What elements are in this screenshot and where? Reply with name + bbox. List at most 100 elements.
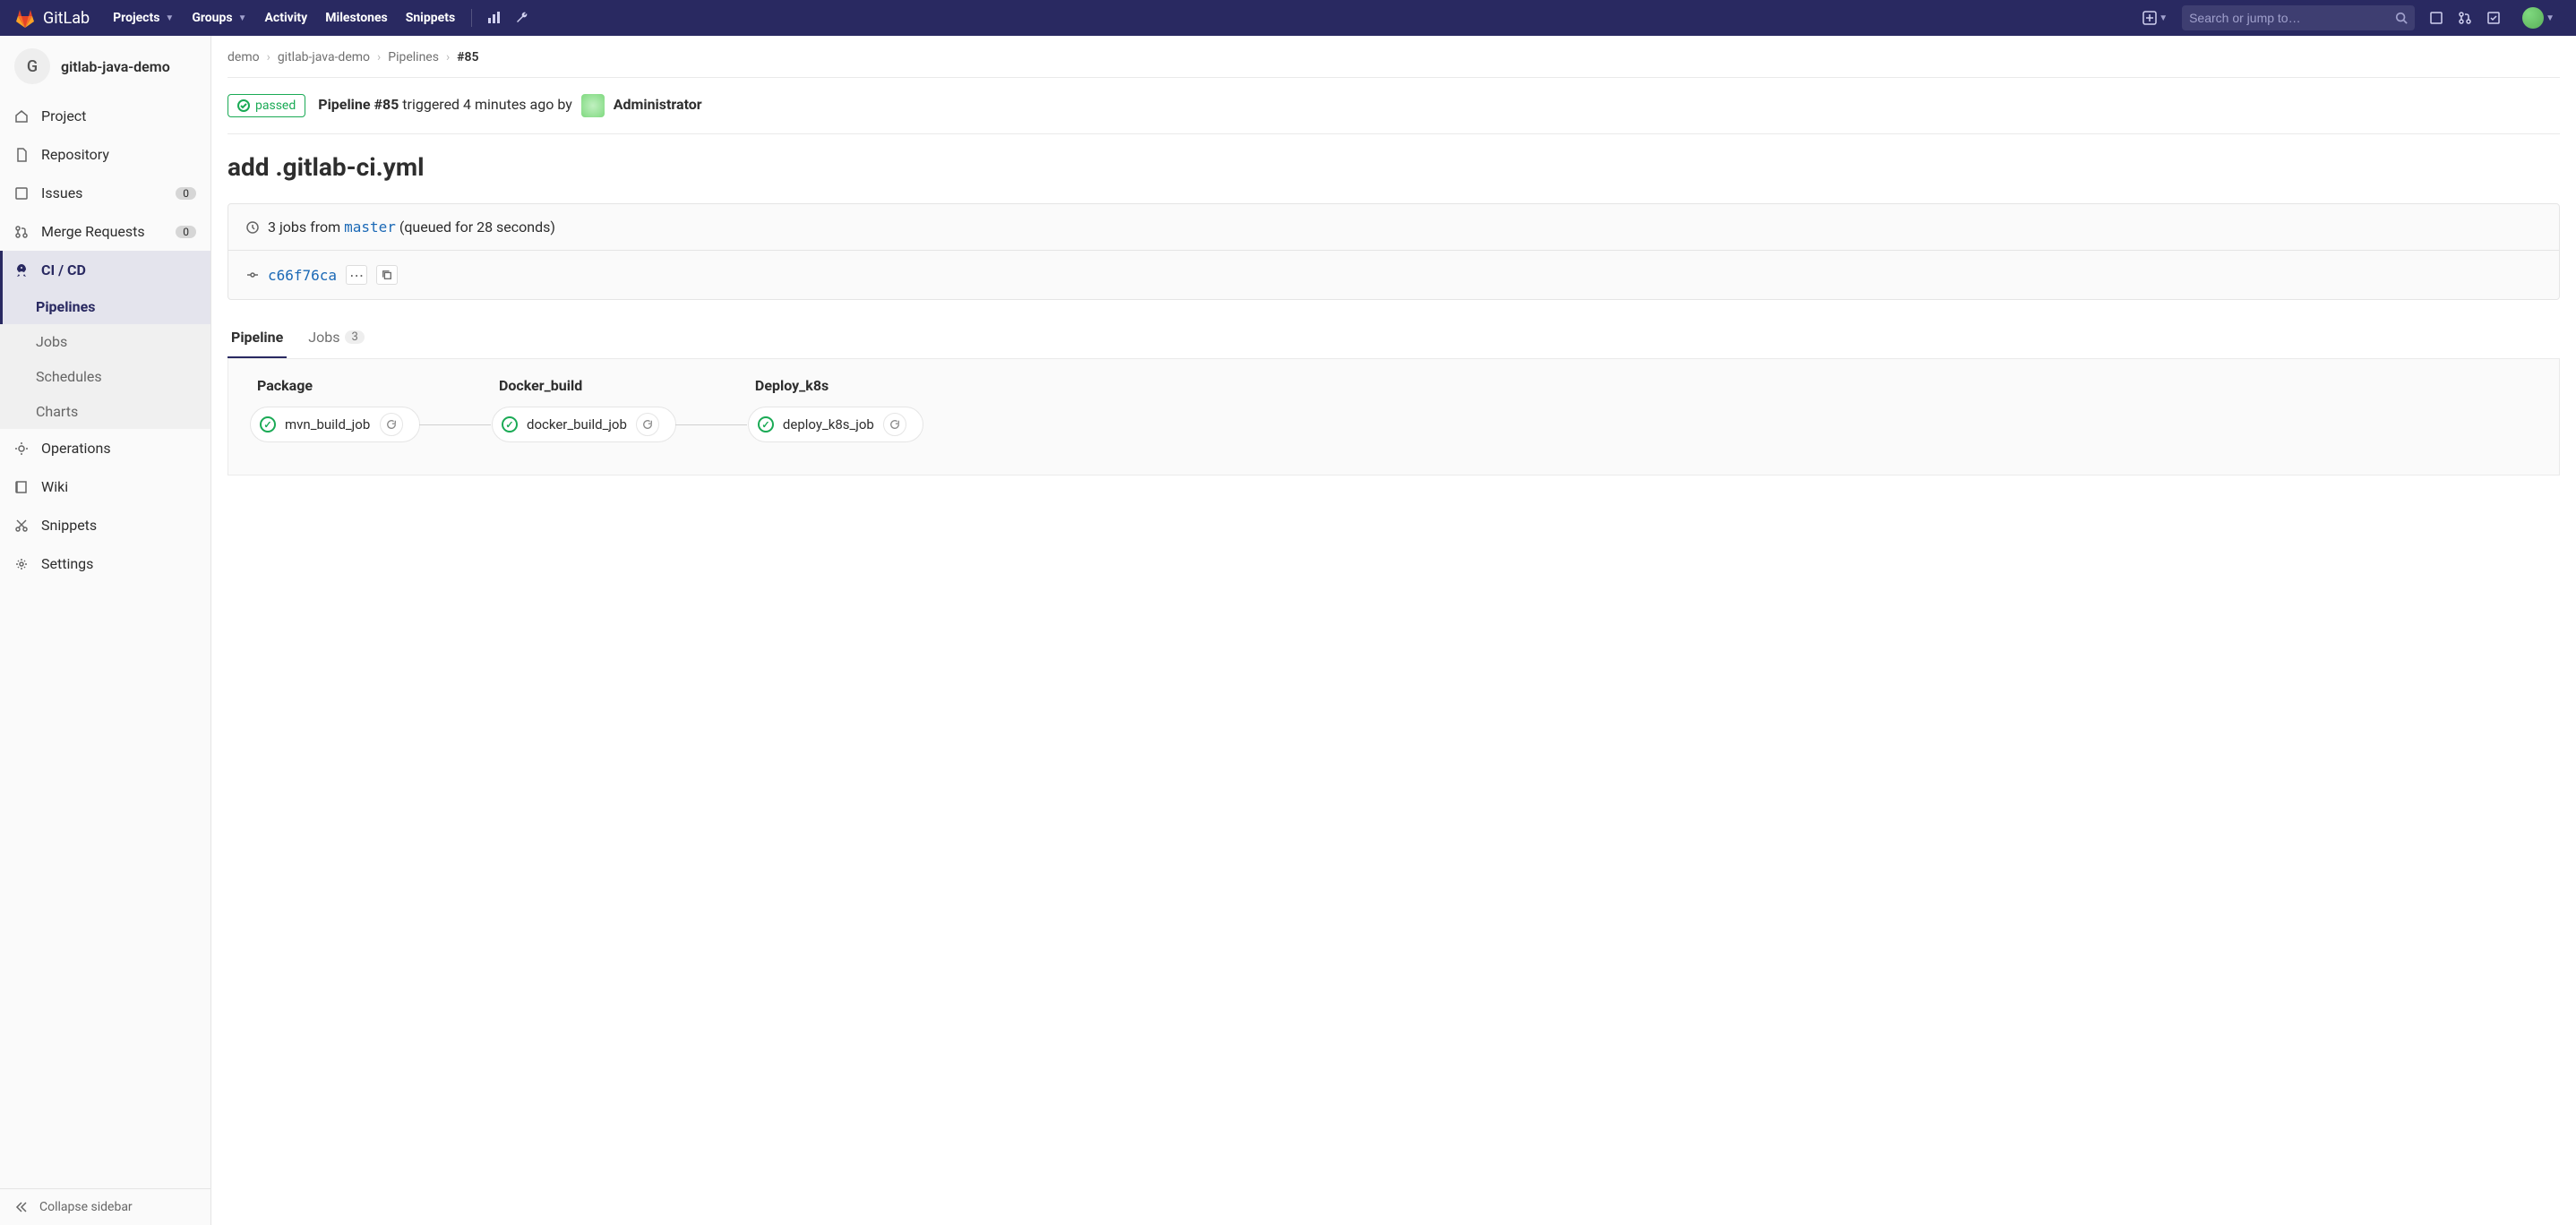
nav-projects[interactable]: Projects ▼ — [104, 0, 183, 36]
merge-requests-shortcut-icon[interactable] — [2451, 0, 2479, 36]
top-nav: GitLab Projects ▼ Groups▼ Activity Milest… — [0, 0, 2576, 36]
sidebar-item-merge-requests[interactable]: Merge Requests 0 — [0, 212, 210, 251]
rocket-icon — [14, 263, 29, 278]
user-avatar-icon — [2522, 7, 2544, 29]
user-menu[interactable]: ▼ — [2508, 0, 2562, 36]
job-name: docker_build_job — [527, 416, 627, 433]
sidebar-label: CI / CD — [41, 261, 196, 278]
gitlab-logo[interactable]: GitLab — [14, 7, 90, 29]
analytics-icon[interactable] — [479, 0, 508, 36]
gear-icon — [14, 557, 29, 571]
cicd-submenu: Pipelines Jobs Schedules Charts — [0, 289, 210, 429]
sidebar-item-repository[interactable]: Repository — [0, 135, 210, 174]
queued-text: (queued for 28 seconds) — [396, 218, 555, 236]
commit-sha-link[interactable]: c66f76ca — [268, 267, 337, 284]
nav-milestones[interactable]: Milestones — [316, 0, 396, 36]
file-icon — [14, 148, 29, 162]
status-passed-icon — [260, 416, 276, 433]
sidebar-subitem-jobs[interactable]: Jobs — [0, 324, 210, 359]
job-pill[interactable]: docker_build_job — [492, 407, 676, 442]
job-name: mvn_build_job — [285, 416, 371, 433]
status-badge: passed — [228, 94, 305, 117]
branch-link[interactable]: master — [344, 218, 396, 236]
todos-icon[interactable] — [2479, 0, 2508, 36]
status-text: passed — [255, 99, 296, 113]
sidebar-item-snippets[interactable]: Snippets — [0, 506, 210, 544]
copy-icon — [382, 270, 392, 280]
copy-sha-button[interactable] — [376, 265, 398, 285]
sidebar-subitem-schedules[interactable]: Schedules — [0, 359, 210, 394]
triggerer-name[interactable]: Administrator — [614, 96, 702, 113]
sidebar-label: Issues — [41, 184, 163, 201]
sidebar-subitem-pipelines[interactable]: Pipelines — [0, 289, 210, 324]
project-header[interactable]: G gitlab-java-demo — [0, 36, 210, 97]
tab-jobs-label: Jobs — [308, 329, 339, 346]
project-name: gitlab-java-demo — [61, 58, 170, 75]
sidebar-label: Merge Requests — [41, 223, 163, 240]
issues-count-badge: 0 — [176, 187, 196, 200]
pipeline-meta: Pipeline #85 triggered 4 minutes ago by … — [318, 94, 701, 117]
nav-groups[interactable]: Groups▼ — [183, 0, 255, 36]
nav-activity[interactable]: Activity — [256, 0, 317, 36]
retry-button[interactable] — [883, 413, 906, 436]
search-input[interactable] — [2189, 11, 2395, 25]
issues-icon — [14, 186, 29, 201]
chevron-down-icon: ▼ — [165, 13, 174, 23]
sidebar-item-settings[interactable]: Settings — [0, 544, 210, 583]
collapse-label: Collapse sidebar — [39, 1200, 133, 1214]
retry-icon — [642, 419, 653, 430]
ellipsis-button[interactable]: ⋯ — [346, 265, 367, 285]
issues-shortcut-icon[interactable] — [2422, 0, 2451, 36]
new-dropdown[interactable]: ▼ — [2135, 0, 2175, 36]
collapse-sidebar-button[interactable]: Collapse sidebar — [0, 1188, 210, 1225]
breadcrumb-project[interactable]: gitlab-java-demo — [278, 50, 370, 64]
mr-count-badge: 0 — [176, 226, 196, 238]
sidebar-item-wiki[interactable]: Wiki — [0, 467, 210, 506]
check-circle-icon — [237, 99, 250, 112]
retry-button[interactable] — [380, 413, 403, 436]
status-passed-icon — [502, 416, 518, 433]
stage-name: Deploy_k8s — [748, 377, 923, 394]
breadcrumb-group[interactable]: demo — [228, 50, 260, 64]
job-pill[interactable]: deploy_k8s_job — [748, 407, 923, 442]
sidebar-label: Operations — [41, 440, 196, 457]
chevron-double-left-icon — [14, 1200, 29, 1214]
jobs-prefix: 3 jobs from — [268, 218, 344, 236]
nav-snippets[interactable]: Snippets — [397, 0, 464, 36]
tab-pipeline[interactable]: Pipeline — [228, 318, 287, 358]
breadcrumb-current: #85 — [457, 50, 478, 64]
sidebar-label: Repository — [41, 146, 196, 163]
sidebar-item-project[interactable]: Project — [0, 97, 210, 135]
merge-request-icon — [14, 225, 29, 239]
sidebar-label: Settings — [41, 555, 196, 572]
job-name: deploy_k8s_job — [783, 416, 874, 433]
triggerer-avatar-icon — [581, 94, 605, 117]
chevron-down-icon: ▼ — [238, 13, 247, 23]
sidebar-subitem-charts[interactable]: Charts — [0, 394, 210, 429]
retry-button[interactable] — [636, 413, 659, 436]
sidebar-item-operations[interactable]: Operations — [0, 429, 210, 467]
job-pill[interactable]: mvn_build_job — [250, 407, 420, 442]
chevron-down-icon: ▼ — [2159, 13, 2168, 23]
brand-name: GitLab — [43, 9, 90, 28]
commit-info-row: c66f76ca ⋯ — [228, 250, 2559, 299]
pipeline-info-box: 3 jobs from master (queued for 28 second… — [228, 203, 2560, 300]
sidebar-item-issues[interactable]: Issues 0 — [0, 174, 210, 212]
project-avatar: G — [14, 48, 50, 84]
sidebar-item-cicd[interactable]: CI / CD — [0, 251, 210, 289]
jobs-info-row: 3 jobs from master (queued for 28 second… — [228, 204, 2559, 250]
nav-projects-label: Projects — [113, 11, 159, 25]
jobs-count-badge: 3 — [345, 330, 364, 344]
pipeline-header: passed Pipeline #85 triggered 4 minutes … — [228, 78, 2560, 134]
tab-jobs[interactable]: Jobs 3 — [305, 318, 368, 358]
stage-name: Docker_build — [492, 377, 676, 394]
breadcrumb-pipelines[interactable]: Pipelines — [388, 50, 439, 64]
chevron-down-icon: ▼ — [2546, 13, 2555, 23]
sidebar-label: Snippets — [41, 517, 196, 534]
commit-title: add .gitlab-ci.yml — [228, 134, 2560, 203]
retry-icon — [889, 419, 900, 430]
search-box[interactable] — [2182, 5, 2415, 30]
scissors-icon — [14, 518, 29, 533]
breadcrumb-sep: › — [377, 50, 381, 64]
admin-wrench-icon[interactable] — [508, 0, 537, 36]
